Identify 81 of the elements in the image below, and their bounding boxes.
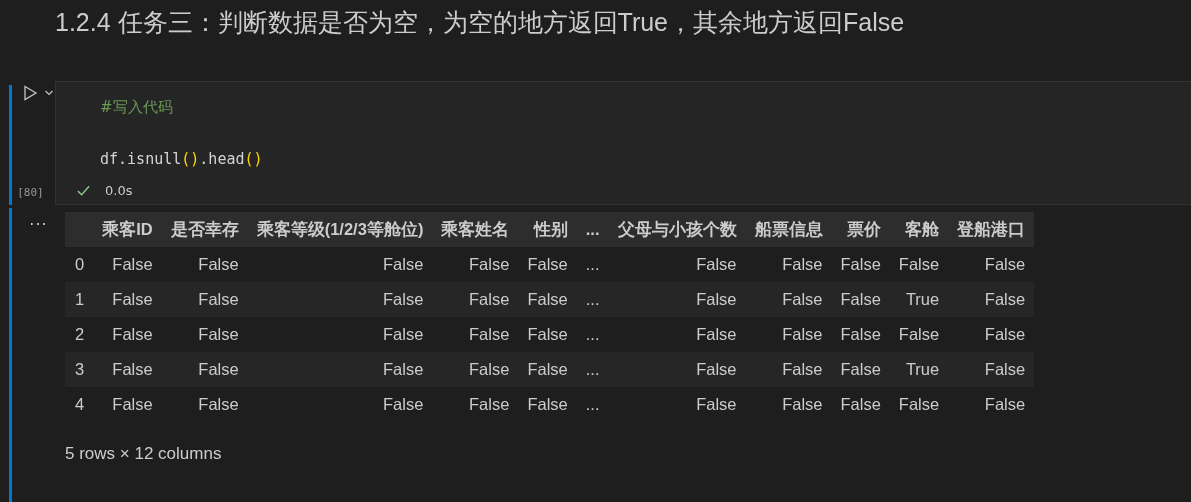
table-cell: False — [745, 317, 832, 352]
table-cell: ... — [576, 247, 609, 282]
table-cell: False — [247, 352, 433, 387]
table-cell: False — [608, 247, 746, 282]
code-line: df.isnull().head() — [100, 150, 263, 168]
table-cell: False — [948, 352, 1035, 387]
table-cell: False — [948, 387, 1035, 422]
table-cell: False — [432, 387, 519, 422]
table-cell: False — [518, 387, 577, 422]
table-cell: False — [432, 317, 519, 352]
section-heading: 1.2.4 任务三：判断数据是否为空，为空的地方返回True，其余地方返回False — [54, 7, 906, 38]
column-header: 票价 — [831, 212, 890, 247]
table-cell: ... — [576, 317, 609, 352]
table-cell: False — [93, 352, 162, 387]
table-cell: False — [247, 317, 433, 352]
table-cell: False — [948, 282, 1035, 317]
table-cell: False — [831, 352, 890, 387]
column-header: 父母与小孩个数 — [608, 212, 746, 247]
row-index: 4 — [65, 387, 94, 422]
row-index: 3 — [65, 352, 94, 387]
execution-count: [80] — [17, 186, 44, 199]
row-index: 1 — [65, 282, 94, 317]
table-cell: False — [432, 352, 519, 387]
column-header: 乘客ID — [93, 212, 162, 247]
chevron-down-icon[interactable] — [43, 88, 54, 98]
table-cell: False — [608, 387, 746, 422]
table-cell: False — [432, 247, 519, 282]
column-header: 性别 — [518, 212, 577, 247]
code-editor[interactable]: #写入代码 df.isnull().head() 0.0s — [55, 81, 1191, 205]
column-header: 乘客姓名 — [432, 212, 519, 247]
table-cell: False — [247, 247, 433, 282]
run-icon[interactable] — [21, 85, 38, 101]
column-header: 是否幸存 — [161, 212, 248, 247]
table-cell: False — [831, 282, 890, 317]
table-cell: False — [608, 282, 746, 317]
table-cell: False — [889, 387, 949, 422]
table-cell: False — [161, 247, 248, 282]
table-cell: False — [161, 387, 248, 422]
table-cell: False — [948, 317, 1035, 352]
table-cell: True — [889, 352, 949, 387]
table-cell: False — [161, 317, 248, 352]
table-cell: False — [161, 282, 248, 317]
table-cell: False — [93, 387, 162, 422]
table-cell: False — [518, 282, 577, 317]
table-cell: False — [831, 387, 890, 422]
table-cell: False — [889, 317, 949, 352]
table-cell: False — [93, 317, 162, 352]
table-cell: False — [93, 247, 162, 282]
column-header: 客舱 — [889, 212, 949, 247]
table-cell: False — [889, 247, 949, 282]
column-header: ... — [576, 212, 609, 247]
table-cell: False — [831, 317, 890, 352]
column-header: 登船港口 — [948, 212, 1035, 247]
table-cell: ... — [576, 282, 609, 317]
table-cell: ... — [576, 387, 609, 422]
table-cell: False — [432, 282, 519, 317]
table-cell: False — [608, 317, 746, 352]
table-cell: False — [745, 387, 832, 422]
code-line: #写入代码 — [100, 98, 173, 116]
table-cell: False — [518, 247, 577, 282]
table-cell: False — [518, 317, 577, 352]
table-cell: False — [518, 352, 577, 387]
table-summary: 5 rows × 12 columns — [65, 444, 223, 464]
table-cell: False — [831, 247, 890, 282]
execution-time: 0.0s — [105, 183, 133, 198]
table-cell: False — [745, 282, 832, 317]
column-header: 船票信息 — [745, 212, 832, 247]
table-cell: False — [948, 247, 1035, 282]
table-cell: False — [247, 282, 433, 317]
output-menu-button[interactable]: ... — [29, 210, 48, 229]
row-index: 2 — [65, 317, 94, 352]
table-cell: False — [745, 247, 832, 282]
table-cell: ... — [576, 352, 609, 387]
column-header: 乘客等级(1/2/3等舱位) — [247, 212, 433, 247]
table-cell: False — [745, 352, 832, 387]
row-index: 0 — [65, 247, 94, 282]
table-cell: False — [161, 352, 248, 387]
table-cell: False — [608, 352, 746, 387]
table-cell: False — [247, 387, 433, 422]
table-cell: False — [93, 282, 162, 317]
table-cell: True — [889, 282, 949, 317]
